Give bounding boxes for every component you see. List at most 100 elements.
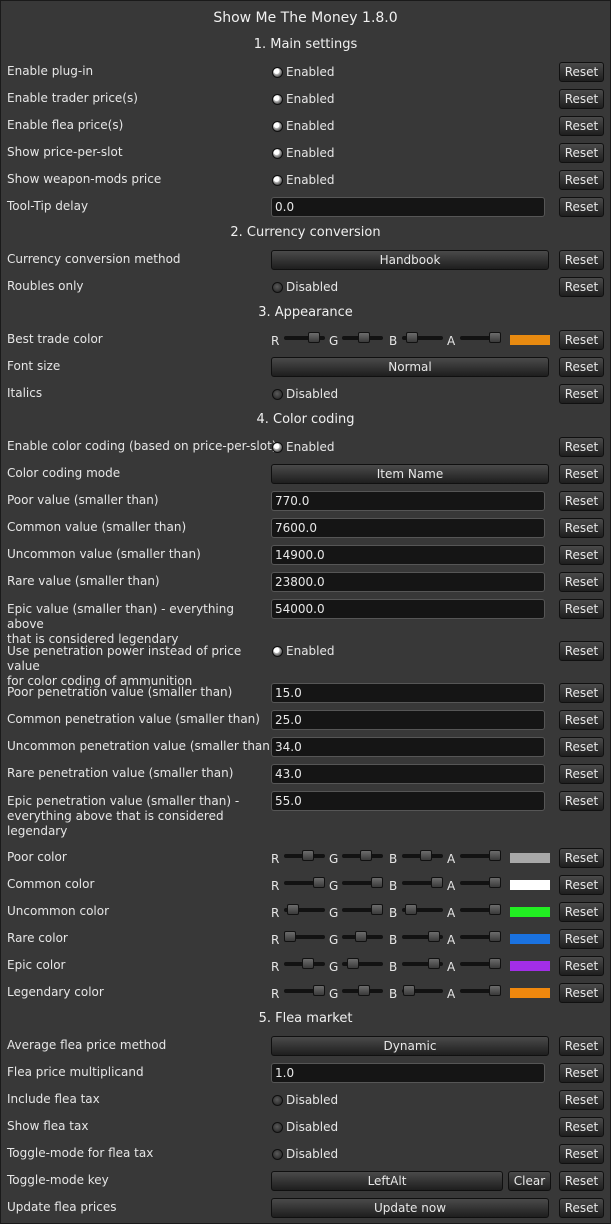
channel-a-slider[interactable]: [460, 877, 501, 888]
slider-thumb[interactable]: [428, 931, 440, 942]
channel-g-slider[interactable]: [342, 332, 383, 343]
slider-thumb[interactable]: [489, 985, 501, 996]
reset-button[interactable]: Reset: [559, 902, 604, 922]
common-value-input[interactable]: 7600.0: [271, 518, 545, 538]
reset-button[interactable]: Reset: [559, 116, 604, 136]
slider-thumb[interactable]: [489, 958, 501, 969]
rare-value-input[interactable]: 23800.0: [271, 572, 545, 592]
slider-thumb[interactable]: [420, 850, 432, 861]
slider-thumb[interactable]: [489, 332, 501, 343]
reset-button[interactable]: Reset: [559, 545, 604, 565]
average-flea-price-method-button[interactable]: Dynamic: [271, 1036, 549, 1056]
channel-a-slider[interactable]: [460, 850, 501, 861]
slider-thumb[interactable]: [313, 985, 325, 996]
reset-button[interactable]: Reset: [559, 250, 604, 270]
reset-button[interactable]: Reset: [559, 170, 604, 190]
reset-button[interactable]: Reset: [559, 929, 604, 949]
reset-button[interactable]: Reset: [559, 764, 604, 784]
slider-thumb[interactable]: [302, 958, 314, 969]
channel-b-slider[interactable]: [402, 958, 443, 969]
reset-button[interactable]: Reset: [559, 143, 604, 163]
reset-button[interactable]: Reset: [559, 1171, 604, 1191]
channel-g-slider[interactable]: [342, 931, 383, 942]
reset-button[interactable]: Reset: [559, 848, 604, 868]
reset-button[interactable]: Reset: [559, 1144, 604, 1164]
epic-value-input[interactable]: 54000.0: [271, 599, 545, 619]
slider-thumb[interactable]: [403, 985, 415, 996]
slider-thumb[interactable]: [302, 850, 314, 861]
reset-button[interactable]: Reset: [559, 62, 604, 82]
reset-button[interactable]: Reset: [559, 875, 604, 895]
uncommon-penetration-input[interactable]: 34.0: [271, 737, 545, 757]
slider-thumb[interactable]: [347, 958, 359, 969]
reset-button[interactable]: Reset: [559, 599, 604, 619]
channel-r-slider[interactable]: [284, 931, 325, 942]
currency-conversion-method-button[interactable]: Handbook: [271, 250, 549, 270]
channel-b-slider[interactable]: [402, 332, 443, 343]
reset-button[interactable]: Reset: [559, 1198, 604, 1218]
channel-b-slider[interactable]: [402, 985, 443, 996]
reset-button[interactable]: Reset: [559, 384, 604, 404]
reset-button[interactable]: Reset: [559, 277, 604, 297]
reset-button[interactable]: Reset: [559, 1063, 604, 1083]
reset-button[interactable]: Reset: [559, 572, 604, 592]
reset-button[interactable]: Reset: [559, 1117, 604, 1137]
channel-a-slider[interactable]: [460, 332, 501, 343]
slider-thumb[interactable]: [313, 877, 325, 888]
channel-b-slider[interactable]: [402, 904, 443, 915]
slider-thumb[interactable]: [358, 985, 370, 996]
slider-thumb[interactable]: [287, 904, 299, 915]
slider-thumb[interactable]: [489, 850, 501, 861]
channel-a-slider[interactable]: [460, 904, 501, 915]
flea-price-multiplicand-input[interactable]: 1.0: [271, 1063, 545, 1083]
font-size-button[interactable]: Normal: [271, 357, 549, 377]
slider-thumb[interactable]: [355, 931, 367, 942]
update-flea-prices-button[interactable]: Update now: [271, 1198, 549, 1218]
reset-button[interactable]: Reset: [559, 330, 604, 350]
reset-button[interactable]: Reset: [559, 464, 604, 484]
channel-r-slider[interactable]: [284, 850, 325, 861]
slider-thumb[interactable]: [371, 877, 383, 888]
reset-button[interactable]: Reset: [559, 956, 604, 976]
reset-button[interactable]: Reset: [559, 683, 604, 703]
reset-button[interactable]: Reset: [559, 791, 604, 811]
channel-b-slider[interactable]: [402, 877, 443, 888]
slider-thumb[interactable]: [428, 958, 440, 969]
slider-thumb[interactable]: [360, 850, 372, 861]
channel-g-slider[interactable]: [342, 850, 383, 861]
channel-g-slider[interactable]: [342, 904, 383, 915]
toggle-mode-key-button[interactable]: LeftAlt: [271, 1171, 503, 1191]
common-penetration-input[interactable]: 25.0: [271, 710, 545, 730]
reset-button[interactable]: Reset: [559, 710, 604, 730]
slider-thumb[interactable]: [489, 877, 501, 888]
slider-thumb[interactable]: [284, 931, 296, 942]
reset-button[interactable]: Reset: [559, 357, 604, 377]
channel-g-slider[interactable]: [342, 985, 383, 996]
slider-thumb[interactable]: [358, 332, 370, 343]
reset-button[interactable]: Reset: [559, 197, 604, 217]
channel-r-slider[interactable]: [284, 332, 325, 343]
channel-b-slider[interactable]: [402, 850, 443, 861]
tooltip-delay-input[interactable]: 0.0: [271, 197, 545, 217]
channel-g-slider[interactable]: [342, 877, 383, 888]
rare-penetration-input[interactable]: 43.0: [271, 764, 545, 784]
color-coding-mode-button[interactable]: Item Name: [271, 464, 549, 484]
reset-button[interactable]: Reset: [559, 491, 604, 511]
reset-button[interactable]: Reset: [559, 641, 604, 661]
reset-button[interactable]: Reset: [559, 1090, 604, 1110]
slider-thumb[interactable]: [406, 332, 418, 343]
uncommon-value-input[interactable]: 14900.0: [271, 545, 545, 565]
reset-button[interactable]: Reset: [559, 983, 604, 1003]
channel-b-slider[interactable]: [402, 931, 443, 942]
clear-button[interactable]: Clear: [508, 1171, 551, 1191]
poor-penetration-input[interactable]: 15.0: [271, 683, 545, 703]
reset-button[interactable]: Reset: [559, 89, 604, 109]
channel-r-slider[interactable]: [284, 958, 325, 969]
slider-thumb[interactable]: [371, 904, 383, 915]
reset-button[interactable]: Reset: [559, 737, 604, 757]
epic-penetration-input[interactable]: 55.0: [271, 791, 545, 811]
channel-a-slider[interactable]: [460, 985, 501, 996]
channel-a-slider[interactable]: [460, 958, 501, 969]
channel-r-slider[interactable]: [284, 985, 325, 996]
channel-r-slider[interactable]: [284, 877, 325, 888]
